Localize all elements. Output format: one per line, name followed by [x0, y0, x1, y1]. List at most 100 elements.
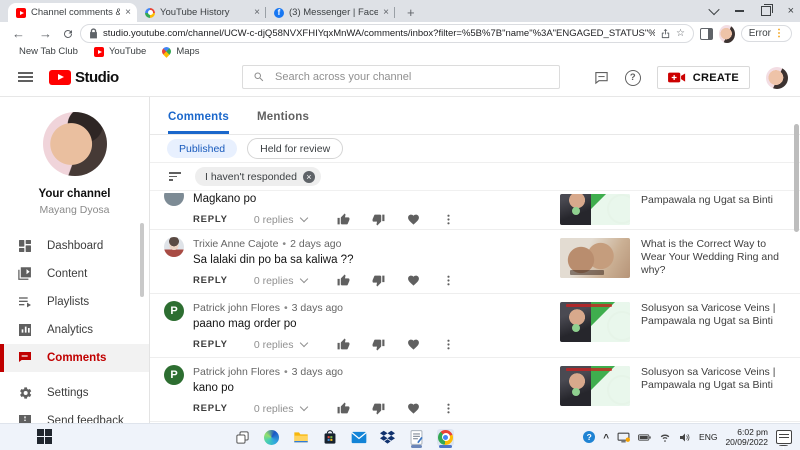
sidebar-item-settings[interactable]: Settings: [0, 379, 149, 407]
menu-hamburger-icon[interactable]: [18, 69, 33, 84]
volume-icon[interactable]: [679, 432, 691, 443]
video-title[interactable]: Solusyon sa Varicose Veins | Pampawala n…: [641, 366, 783, 421]
chrome-icon[interactable]: [437, 428, 454, 448]
channel-avatar[interactable]: [42, 112, 107, 176]
sidebar-item-analytics[interactable]: Analytics: [0, 316, 149, 344]
help-tray-icon[interactable]: ?: [583, 431, 596, 443]
comment-author[interactable]: Patrick john Flores: [193, 366, 280, 378]
thumb-down-icon[interactable]: [372, 402, 385, 415]
reply-button[interactable]: REPLY: [193, 214, 228, 225]
filter-chip[interactable]: I haven't responded ×: [195, 167, 321, 186]
video-thumbnail[interactable]: [560, 238, 630, 278]
sidebar-item-content[interactable]: Content: [0, 260, 149, 288]
sidebar-scrollbar[interactable]: [140, 223, 144, 297]
heart-icon[interactable]: [407, 213, 420, 226]
replies-toggle[interactable]: 0 replies: [254, 275, 308, 287]
reply-button[interactable]: REPLY: [193, 403, 228, 414]
notifications-icon[interactable]: 1: [776, 430, 792, 450]
new-tab-button[interactable]: +: [403, 4, 419, 22]
battery-icon[interactable]: [638, 433, 651, 442]
video-title[interactable]: Pampawala ng Ugat sa Binti: [641, 194, 783, 229]
video-title[interactable]: What is the Correct Way to Wear Your Wed…: [641, 238, 783, 293]
clock[interactable]: 6:02 pm 20/09/2022: [725, 427, 768, 447]
tab-comments[interactable]: Comments: [168, 111, 230, 134]
more-vertical-icon[interactable]: [442, 274, 455, 287]
tab-close-icon[interactable]: ×: [254, 7, 260, 18]
commenter-avatar[interactable]: P: [164, 365, 184, 385]
comment-author[interactable]: Trixie Anne Cajote: [193, 238, 278, 250]
replies-toggle[interactable]: 0 replies: [254, 339, 308, 351]
thumb-up-icon[interactable]: [337, 274, 350, 287]
dropbox-icon[interactable]: [379, 429, 396, 446]
minimize-button[interactable]: [734, 10, 744, 12]
back-button[interactable]: ←: [8, 26, 29, 41]
tab-mentions[interactable]: Mentions: [257, 111, 309, 134]
chip-published[interactable]: Published: [167, 139, 238, 158]
content-scrollbar[interactable]: [794, 124, 799, 232]
video-thumbnail[interactable]: [560, 194, 630, 225]
commenter-avatar[interactable]: [164, 193, 184, 206]
wifi-icon[interactable]: [659, 432, 671, 442]
sidebar-item-comments[interactable]: Comments: [0, 344, 149, 372]
browser-tab-youtube-history[interactable]: YouTube History ×: [137, 3, 266, 22]
thumb-down-icon[interactable]: [372, 213, 385, 226]
close-window-button[interactable]: ×: [788, 5, 794, 17]
address-bar[interactable]: studio.youtube.com/channel/UCW-c-djQ58NV…: [80, 24, 694, 43]
bookmark-star-icon[interactable]: ☆: [676, 28, 685, 39]
writer-document-icon[interactable]: [408, 429, 425, 448]
bookmark-maps[interactable]: Maps: [160, 45, 200, 58]
channel-search-box[interactable]: [242, 65, 560, 89]
forward-button[interactable]: →: [35, 26, 56, 41]
replies-toggle[interactable]: 0 replies: [254, 403, 308, 415]
microsoft-store-icon[interactable]: [321, 429, 338, 446]
task-view-icon[interactable]: [234, 429, 251, 446]
commenter-avatar[interactable]: P: [164, 301, 184, 321]
reload-button[interactable]: [62, 28, 74, 40]
reply-button[interactable]: REPLY: [193, 339, 228, 350]
tab-close-icon[interactable]: ×: [383, 7, 389, 18]
share-icon[interactable]: [660, 28, 671, 39]
extension-error-button[interactable]: Error ⋮: [740, 25, 792, 42]
start-button[interactable]: [37, 429, 52, 444]
mail-icon[interactable]: [350, 429, 367, 446]
replies-toggle[interactable]: 0 replies: [254, 214, 308, 226]
sidebar-item-playlists[interactable]: Playlists: [0, 288, 149, 316]
browser-tab-channel-comments[interactable]: Channel comments & mentions ×: [8, 3, 137, 22]
heart-icon[interactable]: [407, 338, 420, 351]
display-tray-icon[interactable]: [617, 432, 631, 443]
thumb-up-icon[interactable]: [337, 402, 350, 415]
edge-icon[interactable]: [263, 429, 280, 446]
thumb-up-icon[interactable]: [337, 213, 350, 226]
bookmark-youtube[interactable]: YouTube: [93, 46, 146, 57]
search-input[interactable]: [273, 70, 549, 84]
tab-search-chevron-icon[interactable]: [707, 3, 720, 16]
heart-icon[interactable]: [407, 402, 420, 415]
thumb-down-icon[interactable]: [372, 274, 385, 287]
remove-filter-icon[interactable]: ×: [302, 170, 315, 183]
comment-author[interactable]: Patrick john Flores: [193, 302, 280, 314]
create-button[interactable]: CREATE: [656, 66, 750, 89]
thumb-down-icon[interactable]: [372, 338, 385, 351]
chip-held-for-review[interactable]: Held for review: [247, 138, 344, 159]
feedback-bubble-icon[interactable]: [594, 70, 609, 85]
language-indicator[interactable]: ENG: [699, 432, 717, 442]
browser-profile-avatar[interactable]: [718, 24, 735, 43]
commenter-avatar[interactable]: [164, 237, 184, 257]
file-explorer-icon[interactable]: [292, 429, 309, 446]
sidebar-item-dashboard[interactable]: Dashboard: [0, 232, 149, 260]
side-panel-icon[interactable]: [700, 27, 713, 40]
thumb-up-icon[interactable]: [337, 338, 350, 351]
youtube-studio-logo[interactable]: Studio: [49, 69, 119, 86]
bookmark-new-tab-club[interactable]: New Tab Club: [19, 46, 78, 57]
heart-icon[interactable]: [407, 274, 420, 287]
filter-icon[interactable]: [169, 170, 181, 184]
video-thumbnail[interactable]: [560, 366, 630, 406]
account-avatar[interactable]: [766, 66, 788, 89]
restore-button[interactable]: [760, 4, 773, 16]
more-vertical-icon[interactable]: [442, 402, 455, 415]
tab-close-icon[interactable]: ×: [125, 7, 131, 18]
help-icon[interactable]: ?: [624, 69, 641, 86]
more-vertical-icon[interactable]: [442, 338, 455, 351]
tray-chevron-up-icon[interactable]: ^: [603, 433, 609, 444]
more-vertical-icon[interactable]: [442, 213, 455, 226]
